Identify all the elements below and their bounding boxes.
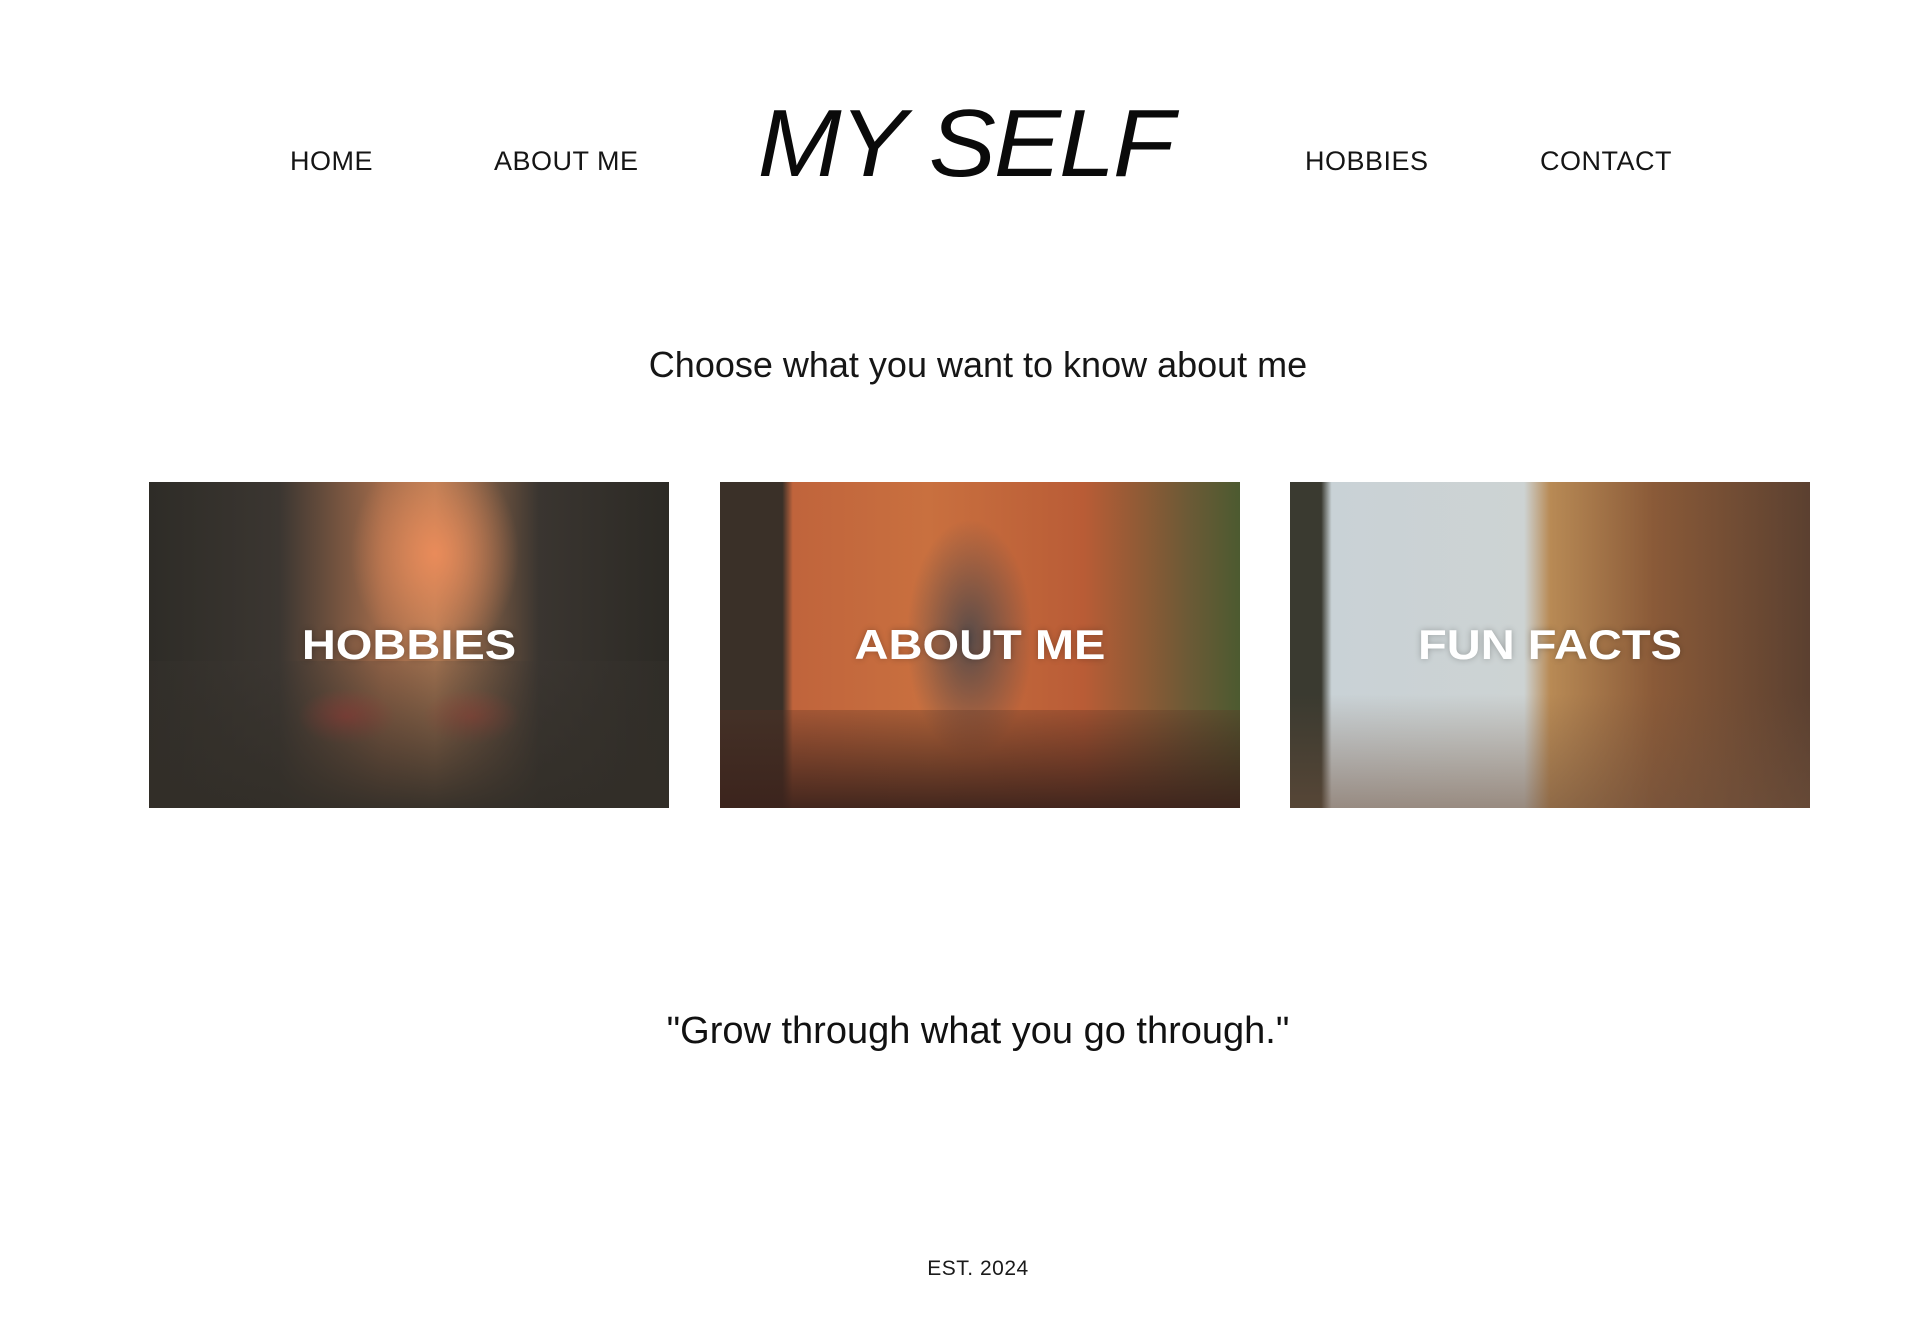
- fun-facts-card[interactable]: FUN FACTS: [1290, 482, 1810, 808]
- nav-home-link[interactable]: HOME: [290, 146, 373, 177]
- hobbies-card[interactable]: HOBBIES: [149, 482, 669, 808]
- quote-text: "Grow through what you go through.": [666, 1010, 1290, 1052]
- footer-established: EST. 2024: [927, 1257, 1029, 1280]
- about-me-card-label: ABOUT ME: [854, 621, 1106, 668]
- fun-facts-card-label: FUN FACTS: [1418, 621, 1682, 668]
- site-logo[interactable]: MY SELF: [734, 96, 1196, 192]
- page-subtitle: Choose what you want to know about me: [648, 344, 1308, 385]
- hobbies-card-label: HOBBIES: [301, 621, 517, 668]
- about-me-card[interactable]: ABOUT ME: [720, 482, 1240, 808]
- nav-about-me-link[interactable]: ABOUT ME: [494, 146, 639, 177]
- nav-hobbies-link[interactable]: HOBBIES: [1305, 146, 1429, 177]
- nav-contact-link[interactable]: CONTACT: [1540, 146, 1672, 177]
